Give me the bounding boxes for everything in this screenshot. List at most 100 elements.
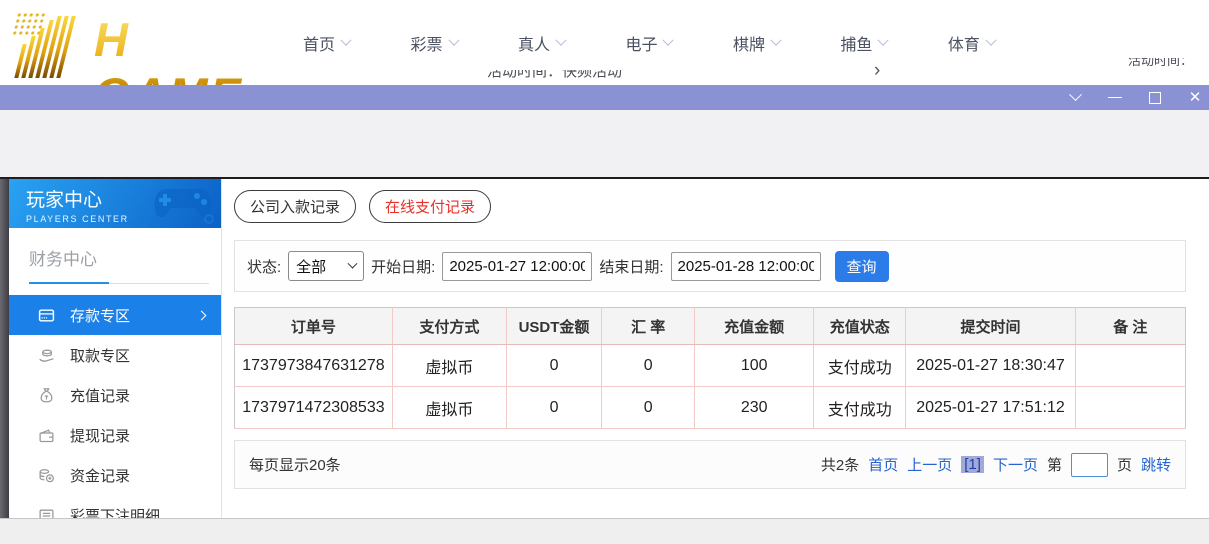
nav-item-fishing[interactable]: 捕鱼	[840, 31, 887, 55]
pagination-controls: 共2条 首页 上一页 [1] 下一页 第 页 跳转	[821, 453, 1171, 477]
sidebar-item-label: 提现记录	[70, 425, 130, 446]
prev-page-link[interactable]: 上一页	[907, 454, 952, 475]
tab-company-deposit-record[interactable]: 公司入款记录	[234, 190, 356, 223]
window-titlebar: ✕	[0, 85, 1209, 110]
col-recharge-status: 充值状态	[814, 308, 906, 345]
jump-suffix-label: 页	[1117, 454, 1132, 475]
maximize-button[interactable]	[1147, 90, 1163, 106]
chevron-down-icon	[348, 258, 358, 268]
chevron-down-icon	[555, 34, 566, 45]
table-header-row: 订单号 支付方式 USDT金额 汇 率 充值金额 充值状态 提交时间 备 注	[235, 308, 1186, 345]
window-controls: ✕	[1067, 85, 1203, 110]
cell-submit-time: 2025-01-27 17:51:12	[906, 387, 1075, 429]
chevron-down-icon	[770, 34, 781, 45]
status-select-value: 全部	[296, 256, 326, 277]
nav-label: 真人	[518, 31, 550, 55]
chevron-down-icon	[878, 34, 889, 45]
col-order-no: 订单号	[235, 308, 393, 345]
cell-remark	[1075, 345, 1185, 387]
cell-submit-time: 2025-01-27 18:30:47	[906, 345, 1075, 387]
deposit-box-icon	[38, 307, 55, 324]
wallet-icon	[38, 427, 55, 444]
clipped-background-text: 活动时间：快频活动	[487, 70, 657, 84]
cell-usdt-amount: 0	[506, 387, 601, 429]
sidebar-item-withdraw-zone[interactable]: 取款专区	[9, 335, 221, 375]
hand-coins-icon	[38, 347, 55, 364]
current-page-indicator[interactable]: [1]	[961, 456, 984, 473]
sidebar-item-deposit-zone[interactable]: 存款专区	[9, 295, 221, 335]
cell-recharge-status: 支付成功	[814, 387, 906, 429]
status-label: 状态:	[247, 256, 281, 277]
main-content: 公司入款记录 在线支付记录 状态: 全部 开始日期: 结束日期: 查询 订单号 …	[222, 179, 1209, 518]
window-collapse-icon[interactable]	[1067, 90, 1083, 106]
site-logo[interactable]: H GAME	[8, 4, 278, 82]
tab-online-payment-record[interactable]: 在线支付记录	[369, 190, 491, 223]
nav-item-live[interactable]: 真人	[518, 31, 565, 55]
col-rate: 汇 率	[602, 308, 695, 345]
chevron-down-icon	[340, 34, 351, 45]
sidebar-item-label: 取款专区	[70, 345, 130, 366]
gamepad-icon	[151, 181, 215, 225]
cell-rate: 0	[602, 345, 695, 387]
pagination-bar: 每页显示20条 共2条 首页 上一页 [1] 下一页 第 页 跳转	[234, 440, 1186, 489]
nav-label: 体育	[948, 31, 980, 55]
nav-item-lottery[interactable]: 彩票	[410, 31, 457, 55]
col-remark: 备 注	[1075, 308, 1185, 345]
cell-pay-method: 虚拟币	[392, 387, 506, 429]
close-button[interactable]: ✕	[1187, 90, 1203, 106]
nav-item-slots[interactable]: 电子	[625, 31, 672, 55]
page-size-text: 每页显示20条	[249, 454, 341, 475]
cell-pay-method: 虚拟币	[392, 345, 506, 387]
start-date-label: 开始日期:	[371, 256, 435, 277]
nav-label: 捕鱼	[840, 31, 872, 55]
page-jump-input[interactable]	[1071, 453, 1108, 477]
total-count-text: 共2条	[821, 454, 859, 475]
finance-underline	[29, 282, 209, 284]
sidebar-item-withdrawal-record[interactable]: 提现记录	[9, 415, 221, 455]
deposit-records-table: 订单号 支付方式 USDT金额 汇 率 充值金额 充值状态 提交时间 备 注 1…	[234, 307, 1186, 429]
col-pay-method: 支付方式	[392, 308, 506, 345]
sidebar-item-label: 充值记录	[70, 385, 130, 406]
chevron-down-icon	[663, 34, 674, 45]
cell-order-no: 1737971472308533	[235, 387, 393, 429]
sidebar-menu: 存款专区 取款专区 充值记录 提现记录	[9, 295, 221, 535]
nav-label: 彩票	[410, 31, 442, 55]
finance-center-title: 财务中心	[29, 245, 221, 270]
filter-bar: 状态: 全部 开始日期: 结束日期: 查询	[234, 240, 1186, 292]
table-row: 1737973847631278 虚拟币 0 0 100 支付成功 2025-0…	[235, 345, 1186, 387]
end-date-label: 结束日期:	[599, 256, 663, 277]
cell-recharge-amount: 100	[695, 345, 814, 387]
col-submit-time: 提交时间	[906, 308, 1075, 345]
sidebar-item-recharge-record[interactable]: 充值记录	[9, 375, 221, 415]
money-bag-icon	[38, 387, 55, 404]
cell-remark	[1075, 387, 1185, 429]
next-page-link[interactable]: 下一页	[993, 454, 1038, 475]
first-page-link[interactable]: 首页	[868, 454, 898, 475]
chevron-down-icon	[985, 34, 996, 45]
end-date-input[interactable]	[671, 252, 821, 281]
sidebar-item-label: 存款专区	[70, 305, 130, 326]
sidebar: 玩家中心 PLAYERS CENTER 财务中心 存款专区	[9, 179, 222, 518]
window-left-edge	[0, 179, 9, 518]
nav-item-home[interactable]: 首页	[303, 31, 350, 55]
chevron-right-icon	[197, 310, 207, 320]
nav-item-sports[interactable]: 体育	[948, 31, 995, 55]
footer-strip	[0, 518, 1209, 544]
clipped-background-text: 活动时间：快频活动	[1128, 58, 1204, 71]
start-date-input[interactable]	[442, 252, 592, 281]
coins-icon	[38, 467, 55, 484]
jump-prefix-label: 第	[1047, 454, 1062, 475]
jump-button[interactable]: 跳转	[1141, 454, 1171, 475]
chevron-down-icon	[448, 34, 459, 45]
nav-label: 电子	[625, 31, 657, 55]
record-tabs: 公司入款记录 在线支付记录	[234, 190, 491, 223]
minimize-button[interactable]	[1107, 90, 1123, 106]
sidebar-item-label: 资金记录	[70, 465, 130, 486]
nav-item-cards[interactable]: 棋牌	[733, 31, 780, 55]
sidebar-item-funds-record[interactable]: 资金记录	[9, 455, 221, 495]
cell-recharge-status: 支付成功	[814, 345, 906, 387]
search-button[interactable]: 查询	[835, 251, 889, 282]
status-select[interactable]: 全部	[288, 251, 364, 281]
background-gap	[0, 110, 1209, 177]
cell-order-no: 1737973847631278	[235, 345, 393, 387]
